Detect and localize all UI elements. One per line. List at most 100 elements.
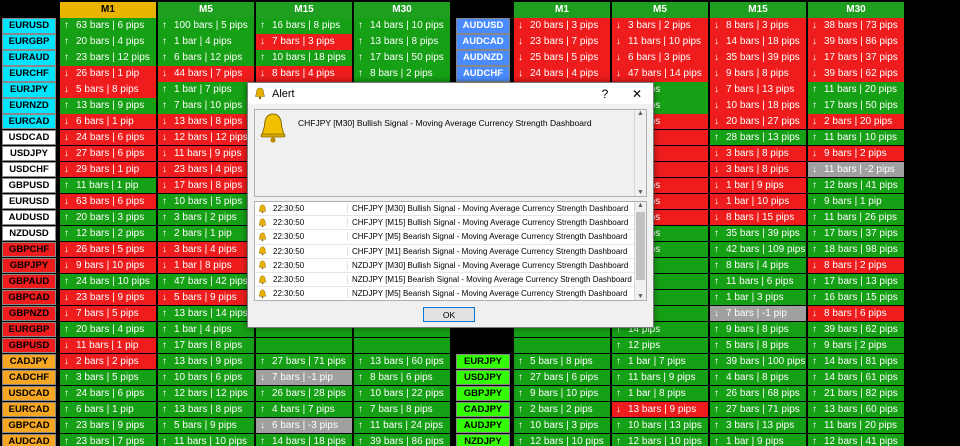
symbol-button[interactable]: NZDUSD [2, 225, 56, 242]
signal-cell[interactable]: ↑ 13 bars | 14 pips [158, 305, 254, 322]
ok-button[interactable]: OK [423, 307, 475, 322]
signal-cell[interactable]: ↑ 13 bars | 60 pips [354, 353, 450, 370]
signal-cell[interactable]: ↑ 12 bars | 10 pips [612, 433, 708, 446]
signal-cell[interactable]: ↓ 20 bars | 27 pips [710, 113, 806, 130]
signal-cell[interactable]: ↓ 8 bars | 3 pips [710, 17, 806, 34]
symbol-button[interactable]: AUDNZD [456, 49, 510, 66]
signal-cell[interactable]: ↓ 2 bars | 20 pips [808, 113, 904, 130]
signal-cell[interactable]: ↑ 39 bars | 100 pips [710, 353, 806, 370]
signal-cell[interactable]: ↓ 5 bars | 9 pips [158, 289, 254, 306]
signal-cell[interactable]: ↑ 11 bars | 10 pips [808, 129, 904, 146]
message-scrollbar[interactable]: ▲ ▼ [634, 110, 646, 196]
signal-cell[interactable]: ↓ 3 bars | 8 pips [710, 161, 806, 178]
signal-cell[interactable]: ↑ 9 bars | 8 pips [710, 321, 806, 338]
signal-cell[interactable]: ↑ 21 bars | 82 pips [808, 385, 904, 402]
signal-cell[interactable]: ↓ 1 bar | 10 pips [710, 193, 806, 210]
signal-cell[interactable]: ↑ 12 pips [612, 337, 708, 354]
symbol-button[interactable]: EURJPY [456, 353, 510, 370]
signal-cell[interactable]: ↓ 1 bar | 8 pips [158, 257, 254, 274]
symbol-button[interactable]: EURUSD [2, 193, 56, 210]
signal-cell[interactable]: ↓ 11 bars | -2 pips [808, 161, 904, 178]
symbol-button[interactable]: USDJPY [456, 369, 510, 386]
signal-cell[interactable]: ↑ 17 bars | 50 pips [354, 49, 450, 66]
symbol-button[interactable]: EURCHF [2, 65, 56, 82]
signal-cell[interactable]: ↑ 16 bars | 15 pips [808, 289, 904, 306]
signal-cell[interactable]: ↑ 11 bars | 26 pips [808, 209, 904, 226]
signal-cell[interactable]: ↑ 6 bars | 12 pips [158, 49, 254, 66]
signal-cell[interactable]: ↑ 13 bars | 8 pips [158, 401, 254, 418]
signal-cell[interactable]: ↓ 39 bars | 86 pips [808, 33, 904, 50]
close-button[interactable]: ✕ [621, 87, 653, 101]
scroll-up-icon[interactable]: ▲ [635, 110, 646, 117]
signal-cell[interactable]: ↓ 2 bars | 2 pips [60, 353, 156, 370]
signal-cell[interactable]: ↑ 20 bars | 4 pips [60, 321, 156, 338]
symbol-button[interactable]: USDCAD [2, 129, 56, 146]
signal-cell[interactable]: ↓ 25 bars | 5 pips [514, 49, 610, 66]
signal-cell[interactable]: ↓ 13 bars | 8 pips [158, 113, 254, 130]
signal-cell[interactable]: ↑ 11 bars | 20 pips [808, 81, 904, 98]
symbol-button[interactable]: NZDJPY [456, 433, 510, 446]
symbol-button[interactable]: EURGBP [2, 33, 56, 50]
signal-cell[interactable]: ↓ 14 bars | 18 pips [710, 33, 806, 50]
signal-cell[interactable]: ↑ 14 bars | 61 pips [808, 369, 904, 386]
log-row[interactable]: 22:30:50 CHFJPY [M5] Bearish Signal - Mov… [255, 230, 646, 245]
signal-cell[interactable]: ↓ 44 bars | 7 pips [158, 65, 254, 82]
log-scrollbar[interactable]: ▲ ▼ [634, 202, 646, 300]
signal-cell[interactable]: ↓ 8 bars | 2 pips [808, 257, 904, 274]
signal-cell[interactable]: ↑ 24 bars | 10 pips [60, 273, 156, 290]
signal-cell[interactable]: ↑ 12 bars | 12 pips [158, 385, 254, 402]
signal-cell[interactable]: ↑ 12 bars | 10 pips [514, 433, 610, 446]
symbol-button[interactable]: EURAUD [2, 49, 56, 66]
signal-cell[interactable]: ↑ 23 bars | 7 pips [60, 433, 156, 446]
symbol-button[interactable]: AUDCAD [2, 433, 56, 446]
symbol-button[interactable]: GBPCAD [2, 417, 56, 434]
signal-cell[interactable]: ↑ 17 bars | 50 pips [808, 97, 904, 114]
signal-cell[interactable]: ↓ 11 bars | 1 pip [60, 337, 156, 354]
signal-cell[interactable] [354, 337, 450, 354]
signal-cell[interactable]: ↓ 38 bars | 73 pips [808, 17, 904, 34]
signal-cell[interactable]: ↑ 8 bars | 6 pips [354, 369, 450, 386]
signal-cell[interactable]: ↓ 24 bars | 6 pips [60, 129, 156, 146]
signal-cell[interactable]: ↓ 23 bars | 7 pips [514, 33, 610, 50]
signal-cell[interactable]: ↑ 1 bar | 3 pips [710, 289, 806, 306]
signal-cell[interactable]: ↑ 1 bar | 4 pips [158, 33, 254, 50]
signal-cell[interactable]: ↑ 11 bars | 6 pips [710, 273, 806, 290]
signal-cell[interactable]: ↓ 17 bars | 37 pips [808, 49, 904, 66]
signal-cell[interactable]: ↑ 2 bars | 2 pips [514, 401, 610, 418]
signal-cell[interactable]: ↑ 11 bars | 10 pips [158, 433, 254, 446]
symbol-button[interactable]: USDCAD [2, 385, 56, 402]
signal-cell[interactable]: ↑ 1 bar | 9 pips [710, 433, 806, 446]
signal-cell[interactable]: ↑ 27 bars | 6 pips [514, 369, 610, 386]
symbol-button[interactable]: CADJPY [456, 401, 510, 418]
signal-cell[interactable]: ↑ 14 bars | 81 pips [808, 353, 904, 370]
signal-cell[interactable]: ↑ 47 bars | 42 pips [158, 273, 254, 290]
symbol-button[interactable]: USDCHF [2, 161, 56, 178]
signal-cell[interactable]: ↑ 14 bars | 18 pips [256, 433, 352, 446]
symbol-button[interactable]: GBPAUD [2, 273, 56, 290]
signal-cell[interactable]: ↑ 2 bars | 1 pip [158, 225, 254, 242]
signal-cell[interactable]: ↑ 42 bars | 109 pips [710, 241, 806, 258]
signal-cell[interactable]: ↓ 6 bars | -3 pips [256, 417, 352, 434]
signal-cell[interactable]: ↓ 8 bars | 4 pips [256, 65, 352, 82]
log-row[interactable]: 22:30:50 NZDJPY [M15] Bearish Signal - Mo… [255, 273, 646, 288]
signal-cell[interactable]: ↑ 10 bars | 18 pips [256, 49, 352, 66]
log-row[interactable]: 22:30:50 NZDJPY [M30] Bullish Signal - Mo… [255, 259, 646, 273]
signal-cell[interactable]: ↑ 27 bars | 71 pips [710, 401, 806, 418]
signal-cell[interactable]: ↑ 13 bars | 60 pips [808, 401, 904, 418]
signal-cell[interactable]: ↓ 24 bars | 4 pips [514, 65, 610, 82]
signal-cell[interactable]: ↑ 17 bars | 13 pips [808, 273, 904, 290]
signal-cell[interactable]: ↑ 20 bars | 4 pips [60, 33, 156, 50]
signal-cell[interactable]: ↑ 5 bars | 9 pips [158, 417, 254, 434]
signal-cell[interactable]: ↑ 27 bars | 71 pips [256, 353, 352, 370]
signal-cell[interactable]: ↓ 6 bars | 1 pip [60, 113, 156, 130]
signal-cell[interactable]: ↓ 7 bars | -1 pip [710, 305, 806, 322]
symbol-button[interactable]: EURCAD [2, 401, 56, 418]
signal-cell[interactable]: ↑ 10 bars | 3 pips [514, 417, 610, 434]
signal-cell[interactable]: ↑ 9 bars | 2 pips [808, 337, 904, 354]
signal-cell[interactable]: ↓ 27 bars | 6 pips [60, 145, 156, 162]
signal-cell[interactable]: ↓ 26 bars | 1 pip [60, 65, 156, 82]
symbol-button[interactable]: CADJPY [2, 353, 56, 370]
symbol-button[interactable]: GBPCHF [2, 241, 56, 258]
signal-cell[interactable] [256, 337, 352, 354]
signal-cell[interactable]: ↑ 23 bars | 12 pips [60, 49, 156, 66]
